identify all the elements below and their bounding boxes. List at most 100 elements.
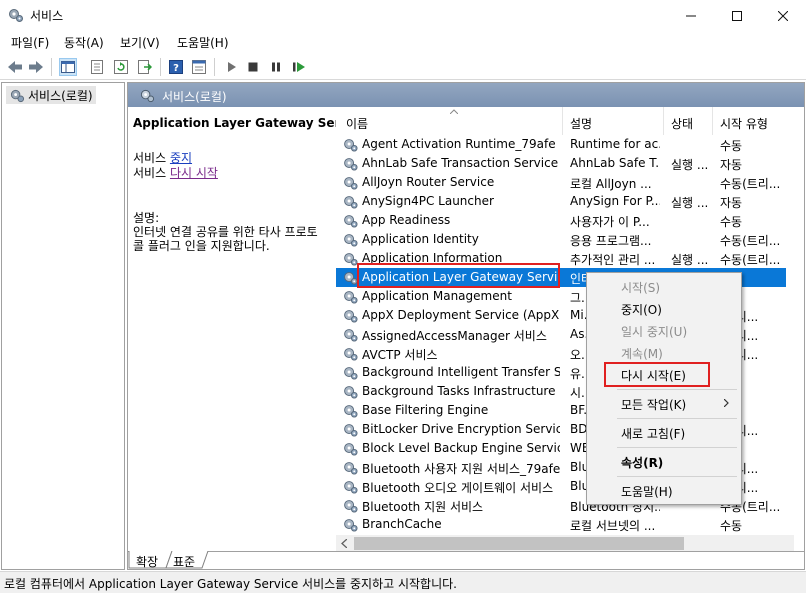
forward-button[interactable] — [27, 58, 45, 76]
service-gear-icon — [343, 232, 358, 247]
service-name-cell: Bluetooth 오디오 게이트웨이 서비스 — [362, 481, 554, 495]
service-gear-icon — [343, 289, 358, 304]
selected-service-title: Application Layer Gateway Service — [133, 116, 368, 130]
service-gear-icon — [343, 175, 358, 190]
column-divider[interactable] — [663, 107, 664, 135]
ctx-properties[interactable]: 속성(R) — [588, 450, 740, 472]
tree-node-services-local[interactable]: 서비스(로컬) — [6, 86, 96, 104]
minimize-button[interactable] — [668, 0, 714, 31]
table-row[interactable]: App Readiness 사용자가 이 P... 수동 — [336, 211, 786, 230]
export-list-button[interactable] — [136, 58, 154, 76]
service-name-cell: Bluetooth 사용자 지원 서비스_79afe — [362, 462, 560, 476]
export-list-icon — [138, 60, 152, 74]
service-startup-cell: 수동 — [720, 215, 743, 229]
service-startup-cell: 수동(트리... — [720, 234, 781, 248]
table-row[interactable]: AnySign4PC Launcher AnySign For P... 실행 ..… — [336, 192, 786, 211]
tab-extended[interactable]: 확장 — [136, 553, 158, 570]
service-name-cell: AVCTP 서비스 — [362, 348, 438, 362]
properties-icon — [91, 60, 103, 74]
ctx-start[interactable]: 시작(S) — [588, 275, 740, 297]
service-gear-icon — [343, 403, 358, 418]
ctx-stop[interactable]: 중지(O) — [588, 297, 740, 319]
tree-node-label: 서비스(로컬) — [28, 89, 93, 103]
back-button[interactable] — [6, 58, 24, 76]
maximize-button[interactable] — [714, 0, 760, 31]
service-name-cell: AppX Deployment Service (AppXS... — [362, 308, 560, 322]
service-gear-icon — [343, 251, 358, 266]
table-row[interactable]: Application Identity 응용 프로그램... 수동(트리... — [336, 230, 786, 249]
status-bar: 로컬 컴퓨터에서 Application Layer Gateway Servi… — [0, 571, 806, 593]
menu-help[interactable]: 도움말(H) — [177, 34, 229, 51]
svg-text:?: ? — [173, 63, 179, 74]
table-row[interactable]: AllJoyn Router Service 로컬 AllJoyn ... 수동(트… — [336, 173, 786, 192]
table-row[interactable]: BranchCache 로컬 서브넷의 ... 수동 — [336, 515, 786, 534]
service-description-cell: 사용자가 이 P... — [570, 215, 650, 229]
scroll-left-icon[interactable] — [341, 539, 347, 548]
service-gear-icon — [343, 213, 358, 228]
ctx-separator — [617, 447, 737, 448]
service-description-cell: 추가적인 관리 ... — [570, 253, 656, 267]
service-gear-icon — [343, 422, 358, 437]
column-name[interactable]: 이름 — [346, 115, 368, 132]
service-name-cell: Application Management — [362, 289, 512, 303]
selected-row-highlight — [357, 263, 560, 288]
service-gear-icon — [343, 327, 358, 342]
start-service-button[interactable] — [222, 58, 240, 76]
restart-service-link[interactable]: 다시 시작 — [170, 166, 218, 180]
view-button[interactable] — [190, 58, 208, 76]
menu-action[interactable]: 동작(A) — [64, 34, 104, 51]
close-button[interactable] — [760, 0, 806, 31]
tab-standard[interactable]: 표준 — [173, 553, 195, 570]
ctx-help[interactable]: 도움말(H) — [588, 479, 740, 501]
service-gear-icon — [343, 346, 358, 361]
column-description[interactable]: 설명 — [570, 115, 592, 132]
show-hide-tree-button[interactable] — [59, 58, 77, 76]
horizontal-scroll-thumb[interactable] — [354, 537, 684, 550]
service-name-cell: Agent Activation Runtime_79afe — [362, 137, 556, 151]
stop-service-button[interactable] — [244, 58, 262, 76]
ctx-refresh[interactable]: 새로 고침(F) — [588, 421, 740, 443]
menu-view[interactable]: 보기(V) — [120, 34, 160, 51]
service-description-cell: 로컬 AllJoyn ... — [570, 177, 652, 191]
stop-icon — [248, 62, 258, 72]
service-detail-panel: Application Layer Gateway Service 서비스 중지… — [128, 107, 368, 551]
table-row[interactable]: Agent Activation Runtime_79afe Runtime fo… — [336, 135, 786, 154]
menu-file[interactable]: 파일(F) — [11, 34, 49, 51]
properties-button[interactable] — [88, 58, 106, 76]
table-row[interactable]: AhnLab Safe Transaction Service AhnLab Sa… — [336, 154, 786, 173]
horizontal-scrollbar[interactable] — [336, 535, 794, 551]
help-button[interactable]: ? — [167, 58, 185, 76]
stop-service-link[interactable]: 중지 — [170, 151, 192, 165]
play-icon — [228, 62, 236, 72]
view-icon — [192, 60, 206, 74]
service-gear-icon — [343, 194, 358, 209]
service-description-cell: 응용 프로그램... — [570, 234, 652, 248]
column-divider[interactable] — [712, 107, 713, 135]
restart-prefix: 서비스 — [133, 166, 170, 180]
service-status-cell: 실행 ... — [671, 158, 709, 172]
refresh-icon — [114, 60, 128, 74]
ctx-separator — [617, 418, 737, 419]
help-icon: ? — [169, 60, 183, 74]
ctx-pause[interactable]: 일시 중지(U) — [588, 319, 740, 341]
service-startup-cell: 수동(트리... — [720, 177, 781, 191]
refresh-button[interactable] — [112, 58, 130, 76]
service-status-cell: 실행 ... — [671, 196, 709, 210]
toolbar-separator — [214, 58, 215, 76]
service-name-cell: Application Identity — [362, 232, 479, 246]
minimize-icon — [686, 15, 696, 16]
column-startup-type[interactable]: 시작 유형 — [720, 115, 768, 132]
stop-prefix: 서비스 — [133, 151, 170, 165]
list-header: 이름 설명 상태 시작 유형 — [336, 107, 804, 135]
column-divider[interactable] — [562, 107, 563, 135]
toolbar-separator — [51, 58, 52, 76]
ctx-resume[interactable]: 계속(M) — [588, 341, 740, 363]
service-gear-icon — [343, 137, 358, 152]
service-name-cell: BranchCache — [362, 517, 442, 531]
column-status[interactable]: 상태 — [671, 115, 693, 132]
service-gear-icon — [343, 479, 358, 494]
restart-service-button[interactable] — [290, 58, 308, 76]
pause-service-button[interactable] — [267, 58, 285, 76]
ctx-all-tasks[interactable]: 모든 작업(K) — [588, 392, 740, 414]
service-startup-cell: 수동(트리... — [720, 253, 781, 267]
